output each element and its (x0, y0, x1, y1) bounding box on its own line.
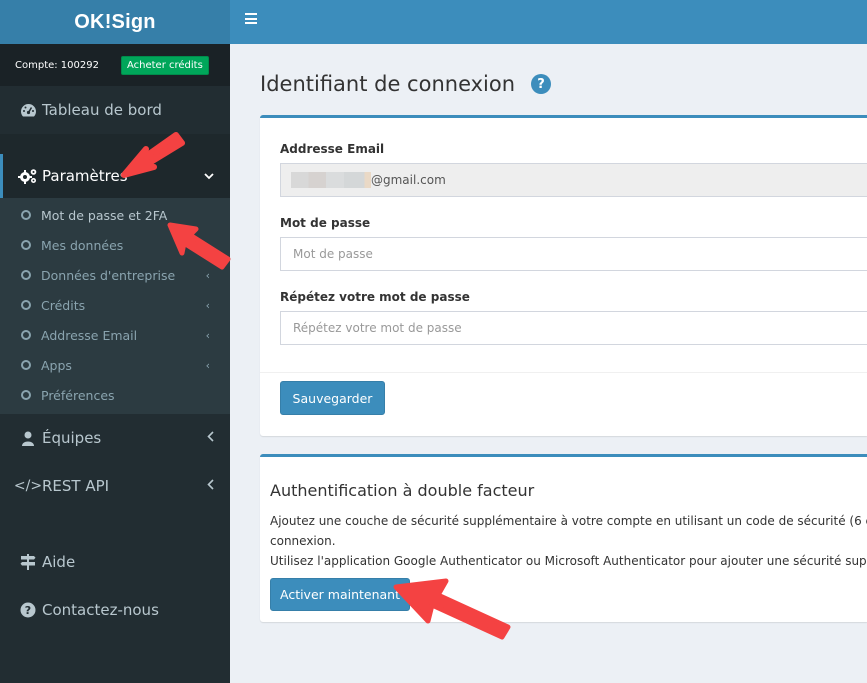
chevron-left-icon: ‹ (205, 358, 210, 372)
circle-icon (21, 390, 31, 400)
circle-icon (21, 240, 31, 250)
password-placeholder: Mot de passe (293, 247, 373, 261)
buy-credits-button[interactable]: Acheter crédits (120, 55, 209, 75)
sidebar-item-label: REST API (42, 477, 110, 495)
login-credentials-box: Addresse Email @gmail.com Mot de passe M… (260, 115, 867, 436)
sidebar-item-label: Tableau de bord (42, 101, 162, 119)
password-input[interactable]: Mot de passe (280, 237, 867, 271)
save-button[interactable]: Sauvegarder (280, 381, 385, 415)
submenu-item-apps[interactable]: Apps ‹ (0, 350, 230, 380)
submenu-item-label: Préférences (41, 387, 115, 403)
submenu-item-email-address[interactable]: Addresse Email ‹ (0, 320, 230, 350)
sidebar-item-label: Aide (42, 553, 76, 571)
chevron-left-icon: ‹ (205, 268, 210, 282)
sidebar-divider (0, 134, 230, 154)
user-icon (18, 431, 38, 446)
sidebar-item-dashboard[interactable]: Tableau de bord (0, 86, 230, 134)
submenu-item-credits[interactable]: Crédits ‹ (0, 290, 230, 320)
repeat-password-label: Répétez votre mot de passe (280, 290, 470, 304)
submenu-item-label: Apps (41, 357, 72, 373)
submenu-item-preferences[interactable]: Préférences (0, 380, 230, 410)
sidebar-item-teams[interactable]: Équipes (0, 414, 230, 462)
submenu-item-password-2fa[interactable]: Mot de passe et 2FA (0, 200, 230, 230)
sidebar-item-label: Paramètres (42, 167, 128, 185)
question-circle-icon: ? (18, 602, 38, 618)
submenu-item-my-data[interactable]: Mes données (0, 230, 230, 260)
redacted-email-prefix (291, 172, 371, 188)
sidebar: Compte: 100292 Acheter crédits Tableau d… (0, 44, 230, 683)
circle-icon (21, 270, 31, 280)
chevron-left-icon: ‹ (205, 298, 210, 312)
password-label: Mot de passe (280, 216, 371, 230)
submenu-item-label: Données d'entreprise (41, 267, 176, 283)
sidebar-item-contact[interactable]: ? Contactez-nous (0, 586, 230, 634)
settings-submenu: Mot de passe et 2FA Mes données Données … (0, 198, 230, 414)
box-footer-divider (260, 372, 867, 373)
chevron-left-icon: ‹ (205, 328, 210, 342)
two-factor-text-line: Ajoutez une couche de sécurité supplémen… (270, 514, 867, 528)
submenu-item-label: Mes données (41, 237, 124, 253)
chevron-left-icon (207, 431, 214, 445)
sidebar-item-rest-api[interactable]: </> REST API (0, 462, 230, 510)
circle-icon (21, 210, 31, 220)
account-number: Compte: 100292 (15, 59, 99, 71)
two-factor-description: Ajoutez une couche de sécurité supplémen… (270, 511, 867, 571)
chevron-down-icon (204, 169, 214, 183)
brand-name: OK!Sign (74, 10, 156, 33)
repeat-password-placeholder: Répétez votre mot de passe (293, 321, 462, 335)
activate-2fa-button[interactable]: Activer maintenant (270, 578, 410, 611)
two-factor-text-line: Utilisez l'application Google Authentica… (270, 554, 867, 568)
svg-text:?: ? (25, 604, 31, 617)
brand-logo[interactable]: OK!Sign (0, 0, 230, 44)
page-title: Identifiant de connexion ? (260, 72, 552, 96)
help-question-icon[interactable]: ? (531, 74, 552, 94)
email-field[interactable]: @gmail.com (280, 163, 867, 197)
dashboard-gauge-icon (18, 103, 38, 118)
chevron-left-icon (207, 479, 214, 493)
sidebar-item-help[interactable]: Aide (0, 538, 230, 586)
two-factor-text-line: connexion. (270, 534, 336, 548)
sidebar-item-settings[interactable]: Paramètres (0, 154, 230, 198)
email-value: @gmail.com (371, 173, 446, 187)
hamburger-icon[interactable] (245, 13, 257, 25)
submenu-item-label: Addresse Email (41, 327, 138, 343)
account-row: Compte: 100292 Acheter crédits (0, 44, 230, 86)
repeat-password-input[interactable]: Répétez votre mot de passe (280, 311, 867, 345)
top-navbar (230, 0, 867, 44)
circle-icon (21, 360, 31, 370)
page-title-text: Identifiant de connexion (260, 72, 516, 96)
two-factor-title: Authentification à double facteur (270, 481, 535, 500)
submenu-item-company-data[interactable]: Données d'entreprise ‹ (0, 260, 230, 290)
email-label: Addresse Email (280, 142, 385, 156)
submenu-item-label: Crédits (41, 297, 86, 313)
cogs-icon (18, 168, 38, 184)
circle-icon (21, 330, 31, 340)
sidebar-item-label: Équipes (42, 429, 102, 447)
submenu-item-label: Mot de passe et 2FA (41, 207, 168, 223)
code-icon: </> (13, 478, 43, 494)
sidebar-item-label: Contactez-nous (42, 601, 159, 619)
signpost-icon (18, 554, 38, 570)
two-factor-box: Authentification à double facteur Ajoute… (260, 454, 867, 622)
circle-icon (21, 300, 31, 310)
